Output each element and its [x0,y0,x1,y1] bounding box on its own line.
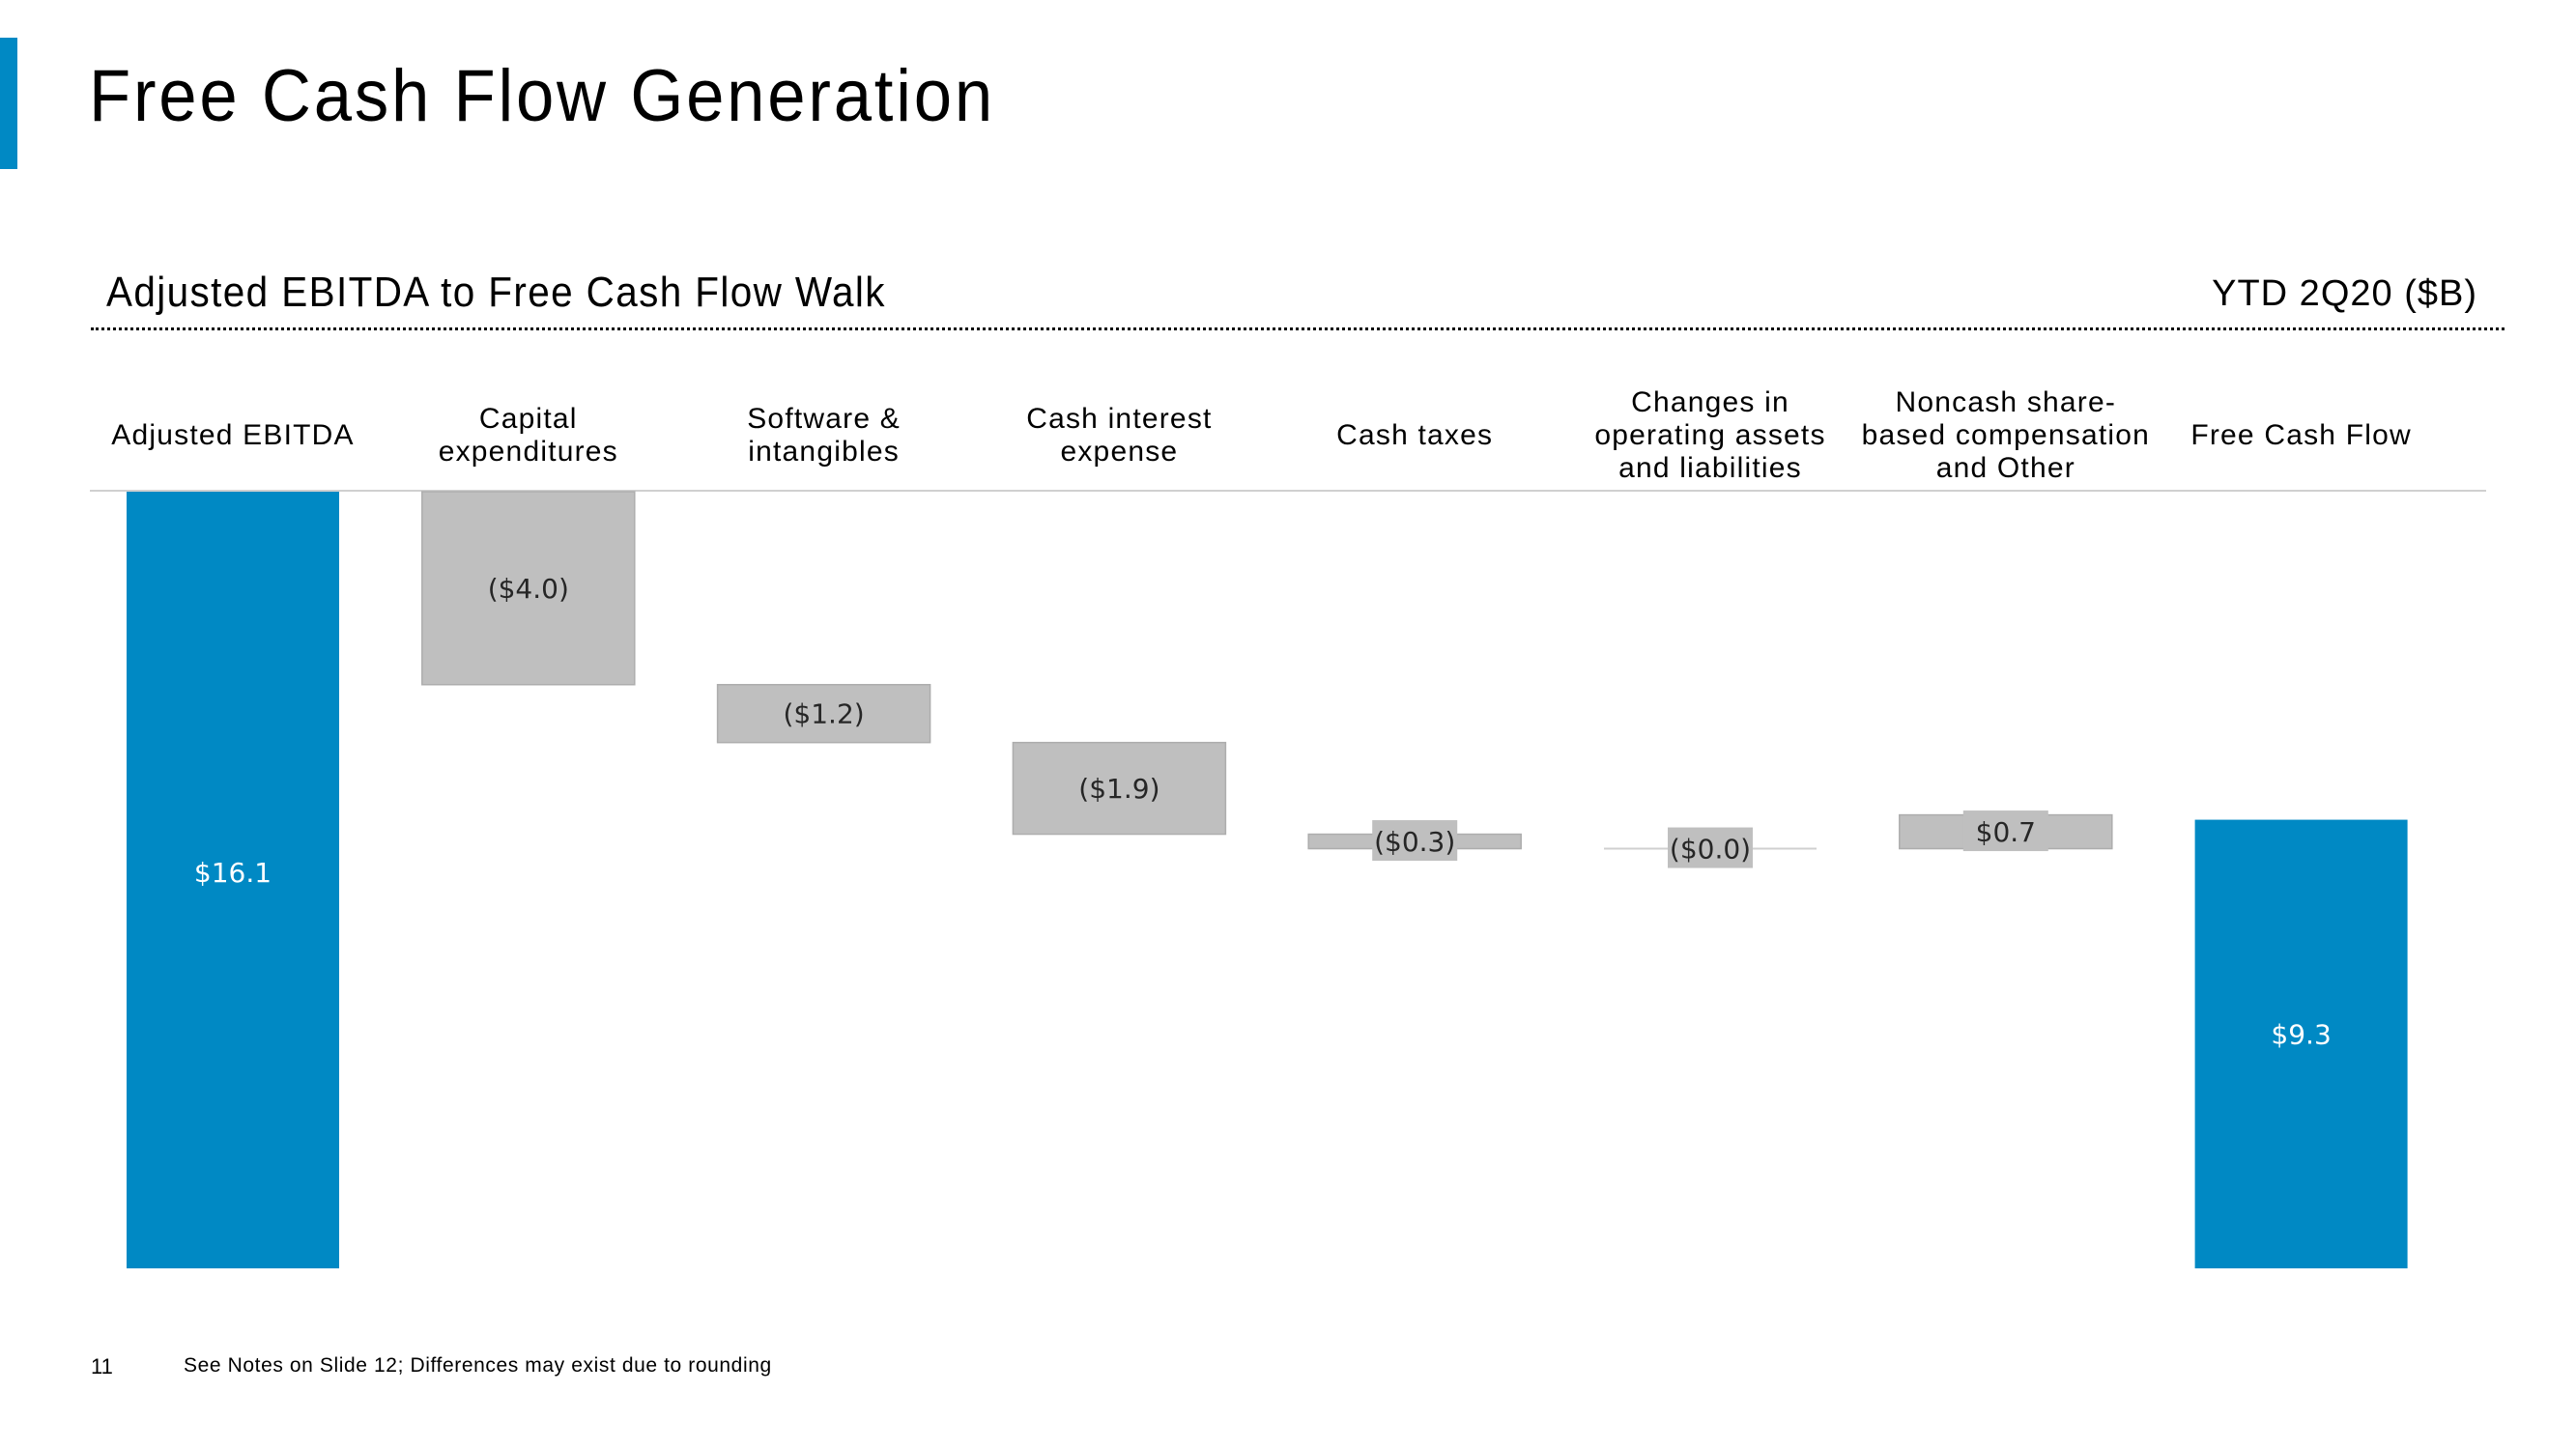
footnote: See Notes on Slide 12; Differences may e… [184,1354,772,1377]
data-label: $0.7 [1976,816,2036,848]
data-label: ($1.2) [783,698,864,730]
data-label: $9.3 [2271,1019,2331,1051]
data-label: ($0.3) [1374,826,1455,858]
page-number: 11 [91,1354,113,1378]
data-label: ($0.0) [1670,834,1751,866]
data-label: ($1.9) [1078,773,1159,805]
data-label: ($4.0) [488,573,569,605]
waterfall-chart: $16.1 ($4.0) ($1.2) ($1.9) ($0.3) ($0.0) $0.7 $… [127,491,2408,1268]
data-label: $16.1 [194,857,272,889]
